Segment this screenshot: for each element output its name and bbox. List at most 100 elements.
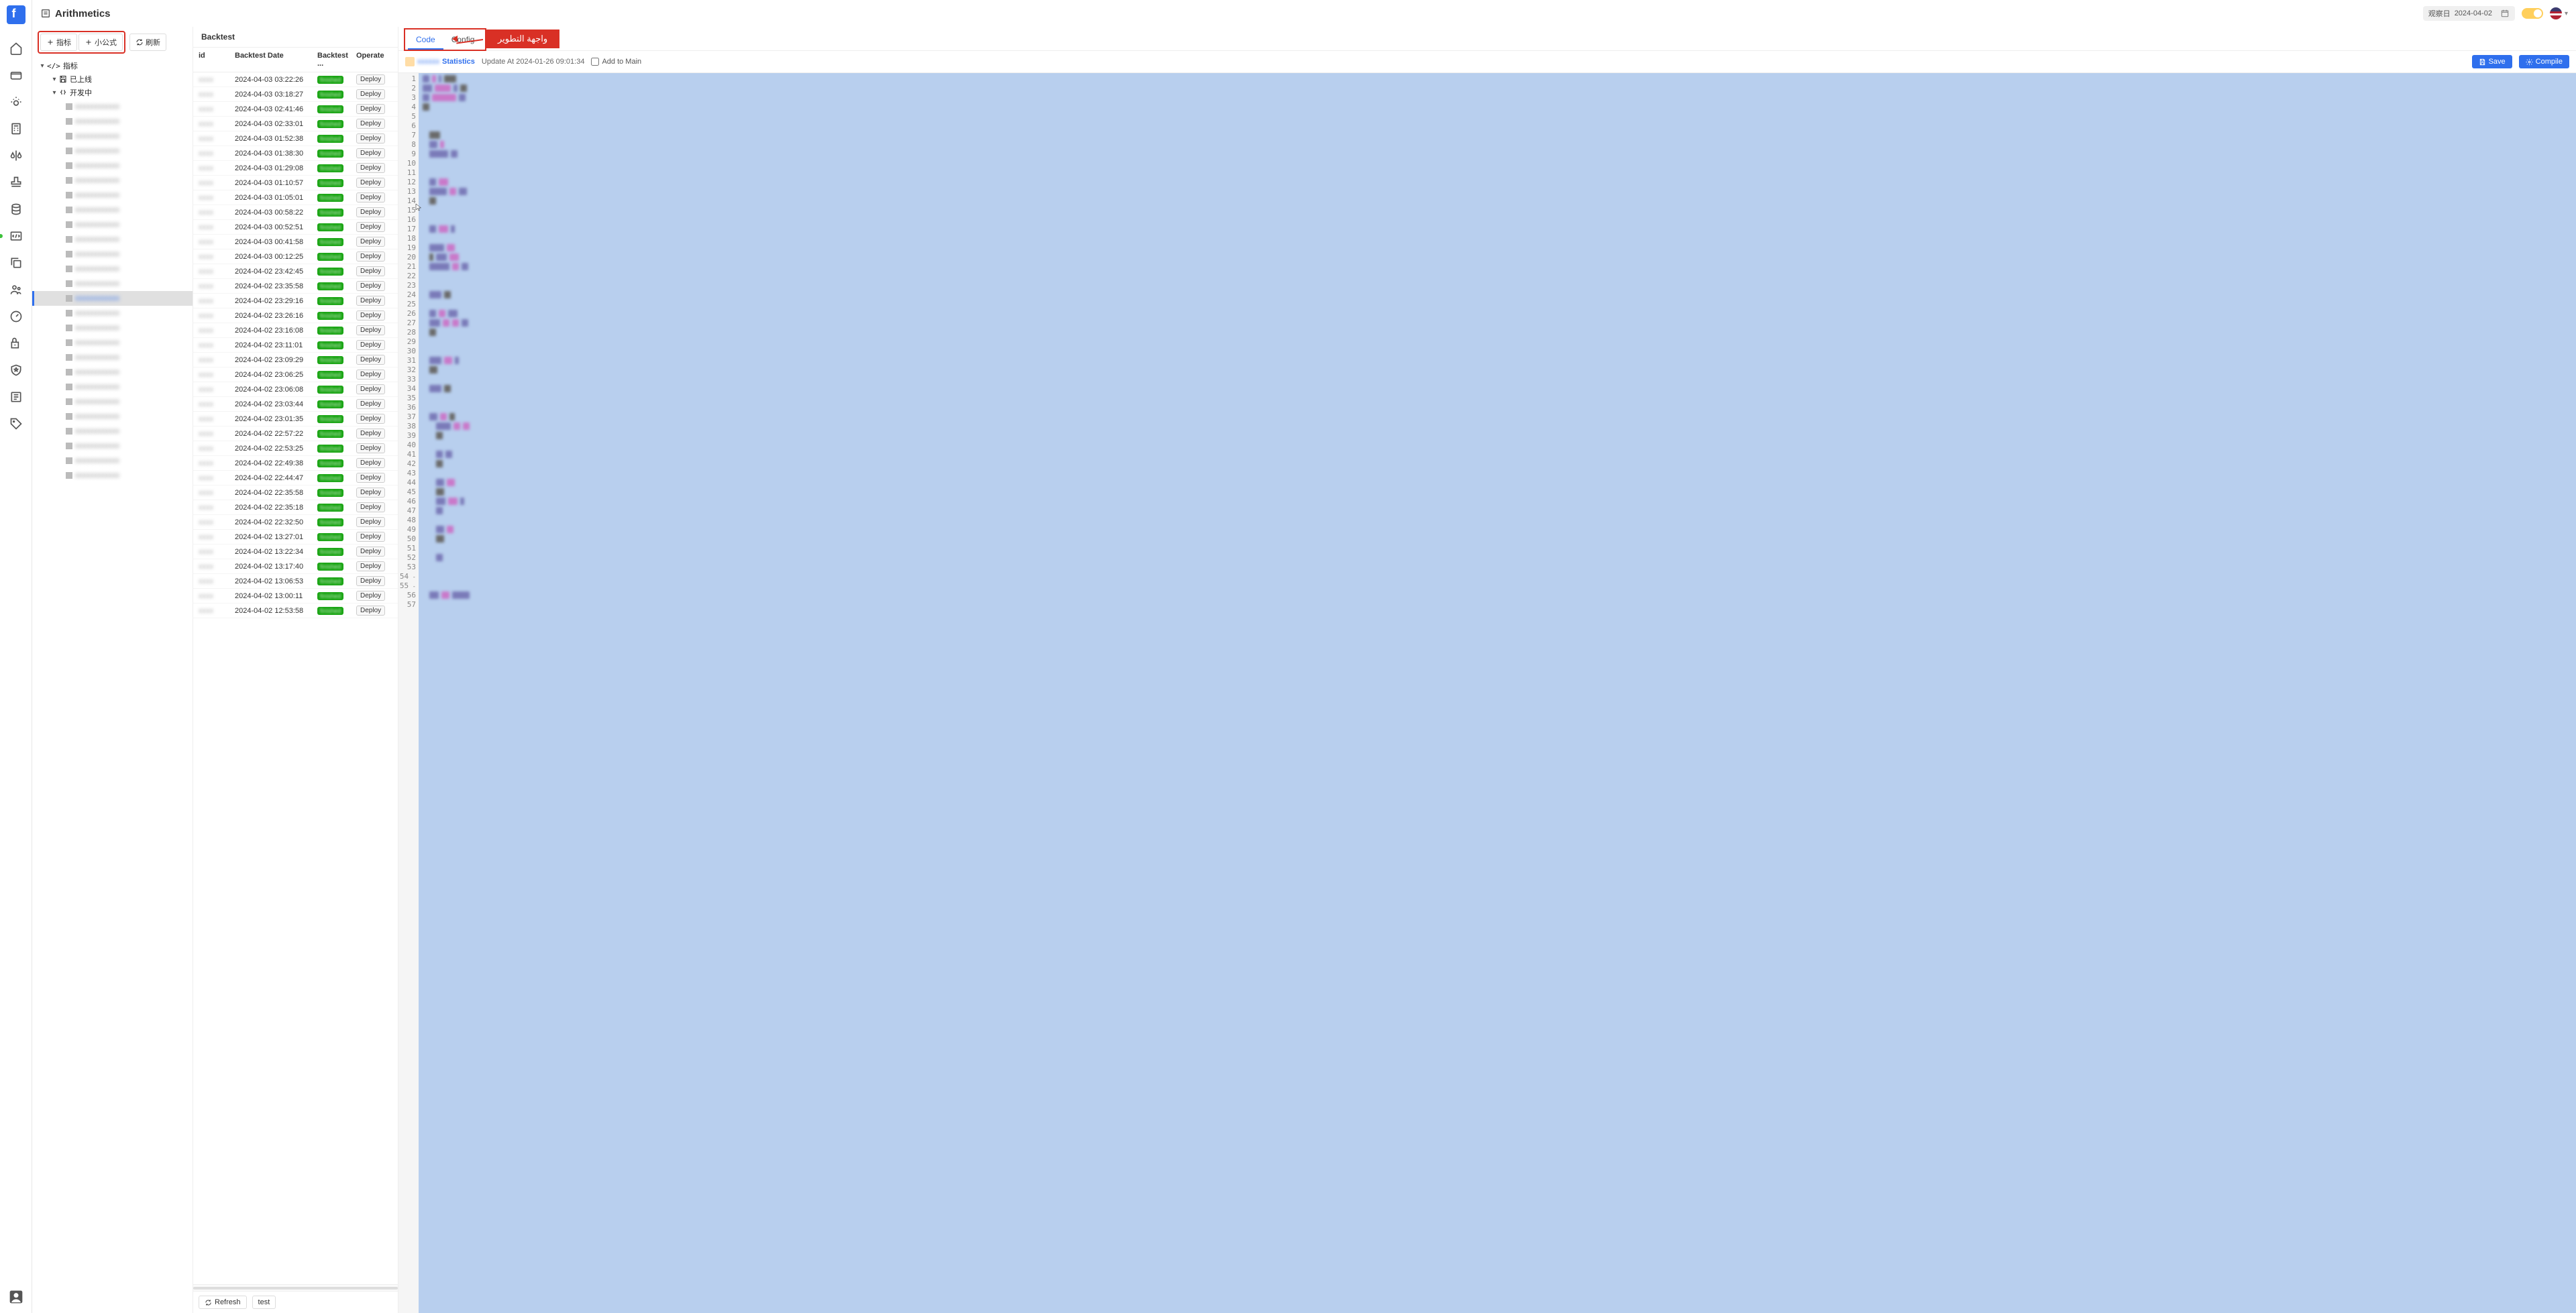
tree-item[interactable]: xxxxxxxxxxxx: [32, 350, 193, 365]
tree-item[interactable]: xxxxxxxxxxxx: [32, 321, 193, 335]
table-row[interactable]: xxxx2024-04-02 23:03:44finishedDeploy: [193, 397, 398, 412]
observation-date[interactable]: 观察日 2024-04-02: [2423, 6, 2515, 21]
deploy-button[interactable]: Deploy: [356, 325, 385, 335]
table-row[interactable]: xxxx2024-04-03 03:22:26finishedDeploy: [193, 72, 398, 87]
add-metric-button[interactable]: 指标: [40, 34, 77, 51]
nav-db[interactable]: [7, 200, 25, 219]
table-row[interactable]: xxxx2024-04-02 13:27:01finishedDeploy: [193, 530, 398, 545]
nav-news[interactable]: [7, 388, 25, 406]
table-row[interactable]: xxxx2024-04-02 23:29:16finishedDeploy: [193, 294, 398, 308]
add-formula-button[interactable]: 小公式: [78, 34, 123, 51]
add-to-main-checkbox[interactable]: Add to Main: [591, 58, 641, 66]
table-row[interactable]: xxxx2024-04-03 03:18:27finishedDeploy: [193, 87, 398, 102]
deploy-button[interactable]: Deploy: [356, 310, 385, 321]
nav-gauge[interactable]: [7, 307, 25, 326]
nav-home[interactable]: [7, 39, 25, 58]
table-row[interactable]: xxxx2024-04-02 13:06:53finishedDeploy: [193, 574, 398, 589]
refresh-tree-button[interactable]: 刷新: [129, 34, 166, 51]
tree-item[interactable]: xxxxxxxxxxxx: [32, 114, 193, 129]
table-row[interactable]: xxxx2024-04-02 22:44:47finishedDeploy: [193, 471, 398, 486]
nav-alert[interactable]: [7, 93, 25, 111]
tree-item[interactable]: xxxxxxxxxxxx: [32, 276, 193, 291]
table-row[interactable]: xxxx2024-04-02 22:35:18finishedDeploy: [193, 500, 398, 515]
locale-flag[interactable]: [2550, 7, 2562, 19]
deploy-button[interactable]: Deploy: [356, 192, 385, 203]
deploy-button[interactable]: Deploy: [356, 517, 385, 527]
deploy-button[interactable]: Deploy: [356, 429, 385, 439]
deploy-button[interactable]: Deploy: [356, 148, 385, 158]
table-row[interactable]: xxxx2024-04-03 00:52:51finishedDeploy: [193, 220, 398, 235]
table-row[interactable]: xxxx2024-04-02 23:16:08finishedDeploy: [193, 323, 398, 338]
tree-root[interactable]: ▾</>指标: [32, 59, 193, 72]
tree-item[interactable]: xxxxxxxxxxxx: [32, 468, 193, 483]
nav-calc[interactable]: [7, 119, 25, 138]
nav-wallet[interactable]: [7, 66, 25, 84]
deploy-button[interactable]: Deploy: [356, 369, 385, 380]
deploy-button[interactable]: Deploy: [356, 222, 385, 232]
deploy-button[interactable]: Deploy: [356, 532, 385, 542]
tree-item[interactable]: xxxxxxxxxxxx: [32, 394, 193, 409]
table-row[interactable]: xxxx2024-04-03 01:38:30finishedDeploy: [193, 146, 398, 161]
table-row[interactable]: xxxx2024-04-02 23:01:35finishedDeploy: [193, 412, 398, 426]
table-row[interactable]: xxxx2024-04-03 00:12:25finishedDeploy: [193, 249, 398, 264]
tree-item[interactable]: xxxxxxxxxxxx: [32, 99, 193, 114]
backtest-test-button[interactable]: test: [252, 1296, 276, 1309]
nav-code-active[interactable]: [7, 227, 25, 245]
tree-item[interactable]: xxxxxxxxxxxx: [32, 203, 193, 217]
table-row[interactable]: xxxx2024-04-03 01:52:38finishedDeploy: [193, 131, 398, 146]
tree-item[interactable]: xxxxxxxxxxxx: [32, 262, 193, 276]
table-row[interactable]: xxxx2024-04-03 02:33:01finishedDeploy: [193, 117, 398, 131]
deploy-button[interactable]: Deploy: [356, 502, 385, 512]
deploy-button[interactable]: Deploy: [356, 104, 385, 114]
table-row[interactable]: xxxx2024-04-02 22:32:50finishedDeploy: [193, 515, 398, 530]
table-row[interactable]: xxxx2024-04-02 23:09:29finishedDeploy: [193, 353, 398, 367]
tree-group-dev[interactable]: ▾开发中: [32, 86, 193, 99]
deploy-button[interactable]: Deploy: [356, 355, 385, 365]
tree-item[interactable]: xxxxxxxxxxxx: [32, 335, 193, 350]
table-row[interactable]: xxxx2024-04-03 00:58:22finishedDeploy: [193, 205, 398, 220]
deploy-button[interactable]: Deploy: [356, 178, 385, 188]
deploy-button[interactable]: Deploy: [356, 561, 385, 571]
tree-item[interactable]: xxxxxxxxxxxx: [32, 144, 193, 158]
table-row[interactable]: xxxx2024-04-02 22:57:22finishedDeploy: [193, 426, 398, 441]
deploy-button[interactable]: Deploy: [356, 119, 385, 129]
deploy-button[interactable]: Deploy: [356, 89, 385, 99]
nav-stamp[interactable]: [7, 173, 25, 192]
tree-item[interactable]: xxxxxxxxxxxx: [32, 409, 193, 424]
deploy-button[interactable]: Deploy: [356, 443, 385, 453]
deploy-button[interactable]: Deploy: [356, 488, 385, 498]
table-row[interactable]: xxxx2024-04-02 12:53:58finishedDeploy: [193, 604, 398, 618]
compile-button[interactable]: Compile: [2519, 55, 2569, 68]
tree-item[interactable]: xxxxxxxxxxxx: [32, 439, 193, 453]
deploy-button[interactable]: Deploy: [356, 340, 385, 350]
nav-copy[interactable]: [7, 253, 25, 272]
table-row[interactable]: xxxx2024-04-02 23:06:08finishedDeploy: [193, 382, 398, 397]
tree-item[interactable]: xxxxxxxxxxxx: [32, 129, 193, 144]
deploy-button[interactable]: Deploy: [356, 414, 385, 424]
nav-users[interactable]: [7, 280, 25, 299]
tree-item[interactable]: xxxxxxxxxxxx: [32, 188, 193, 203]
nav-profile[interactable]: [7, 1288, 25, 1306]
nav-tag[interactable]: [7, 414, 25, 433]
table-row[interactable]: xxxx2024-04-02 22:53:25finishedDeploy: [193, 441, 398, 456]
deploy-button[interactable]: Deploy: [356, 296, 385, 306]
table-row[interactable]: xxxx2024-04-02 13:22:34finishedDeploy: [193, 545, 398, 559]
deploy-button[interactable]: Deploy: [356, 384, 385, 394]
table-row[interactable]: xxxx2024-04-02 22:49:38finishedDeploy: [193, 456, 398, 471]
nav-shield[interactable]: [7, 361, 25, 380]
tab-code[interactable]: Code: [408, 31, 443, 50]
table-row[interactable]: xxxx2024-04-03 01:10:57finishedDeploy: [193, 176, 398, 190]
table-row[interactable]: xxxx2024-04-02 13:17:40finishedDeploy: [193, 559, 398, 574]
deploy-button[interactable]: Deploy: [356, 576, 385, 586]
deploy-button[interactable]: Deploy: [356, 163, 385, 173]
table-row[interactable]: xxxx2024-04-03 00:41:58finishedDeploy: [193, 235, 398, 249]
deploy-button[interactable]: Deploy: [356, 281, 385, 291]
tree-item[interactable]: xxxxxxxxxxxx: [32, 217, 193, 232]
deploy-button[interactable]: Deploy: [356, 266, 385, 276]
theme-toggle[interactable]: [2522, 8, 2543, 19]
tree-item[interactable]: xxxxxxxxxxxx: [32, 380, 193, 394]
deploy-button[interactable]: Deploy: [356, 251, 385, 262]
deploy-button[interactable]: Deploy: [356, 458, 385, 468]
deploy-button[interactable]: Deploy: [356, 74, 385, 84]
deploy-button[interactable]: Deploy: [356, 237, 385, 247]
